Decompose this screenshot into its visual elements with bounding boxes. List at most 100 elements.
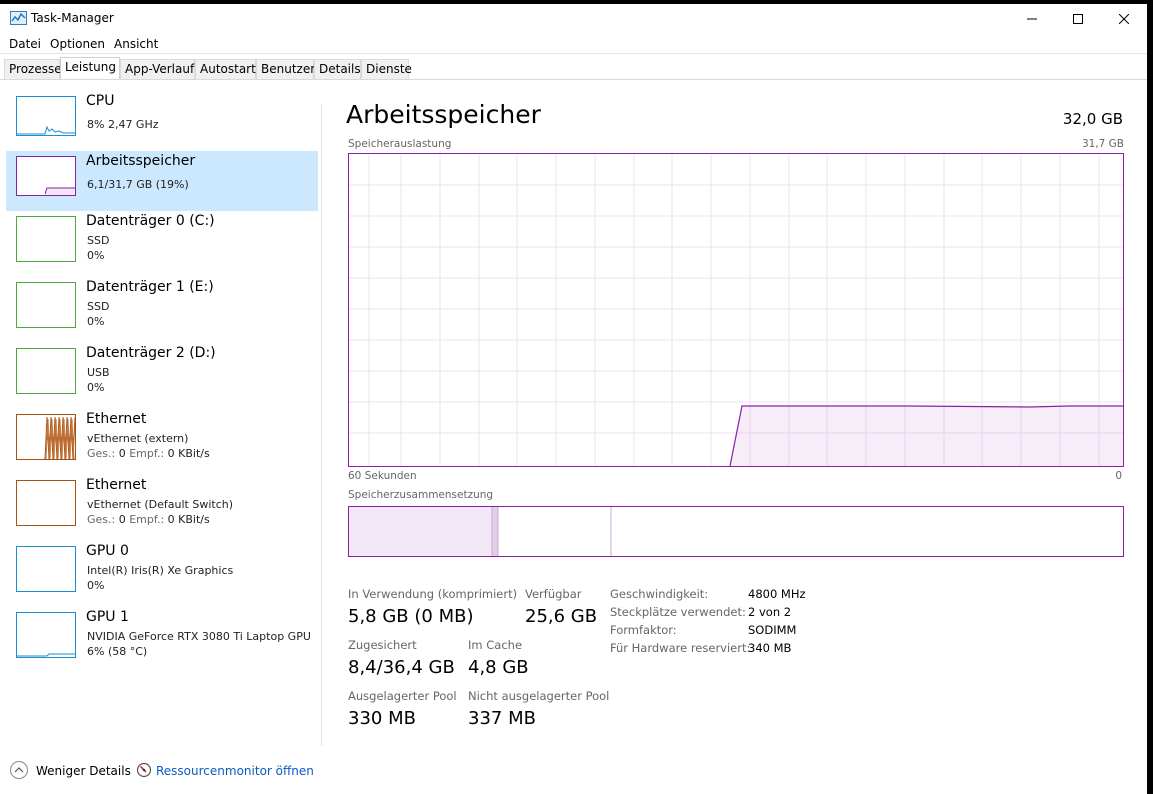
detail-slots-label: Steckplätze verwendet: <box>610 605 746 619</box>
cpu-thumbnail <box>16 96 76 136</box>
disk-1-thumbnail <box>16 282 76 328</box>
sidebar-gpu-0-usage: 0% <box>87 579 105 592</box>
stat-cached-label: Im Cache <box>468 638 523 652</box>
sidebar-item-cpu[interactable]: CPU 8% 2,47 GHz <box>6 91 318 151</box>
detail-reserved-label: Für Hardware reserviert: <box>610 641 751 655</box>
sidebar-item-disk-2[interactable]: Datenträger 2 (D:) USB 0% <box>6 343 318 403</box>
menu-optionen[interactable]: Optionen <box>50 37 105 51</box>
sidebar-gpu-0-name: Intel(R) Iris(R) Xe Graphics <box>87 564 234 577</box>
fewer-details-button[interactable] <box>10 761 28 779</box>
sidebar-disk-0-title: Datenträger 0 (C:) <box>86 213 215 229</box>
graph-time-right: 0 <box>1115 470 1122 482</box>
sidebar-gpu-1-title: GPU 1 <box>86 609 129 625</box>
resource-monitor-icon[interactable] <box>136 762 152 778</box>
sidebar-cpu-usage: 8% 2,47 GHz <box>87 118 159 131</box>
composition-in-use <box>349 507 492 556</box>
resource-monitor-link[interactable]: Ressourcenmonitor öffnen <box>156 764 314 778</box>
stat-committed-label: Zugesichert <box>348 638 417 652</box>
disk-2-thumbnail <box>16 348 76 394</box>
sidebar-gpu-1-name: NVIDIA GeForce RTX 3080 Ti Laptop GPU <box>87 630 311 643</box>
menu-ansicht[interactable]: Ansicht <box>114 37 158 51</box>
tab-divider <box>0 79 1147 80</box>
tab-autostart[interactable]: Autostart <box>195 59 256 79</box>
stat-nonpaged-pool-label: Nicht ausgelagerter Pool <box>468 689 610 703</box>
memory-composition-bar <box>348 506 1124 557</box>
sidebar-disk-2-usage: 0% <box>87 381 105 394</box>
sidebar-item-memory[interactable]: Arbeitsspeicher 6,1/31,7 GB (19%) <box>6 151 318 211</box>
tab-prozesse[interactable]: Prozesse <box>4 59 62 79</box>
menu-divider <box>0 53 1147 54</box>
memory-total: 32,0 GB <box>1062 110 1123 128</box>
detail-speed-value: 4800 MHz <box>748 587 806 601</box>
sidebar-disk-1-type: SSD <box>87 300 110 313</box>
task-manager-window: Task-Manager Datei Optionen Ansicht Proz… <box>0 4 1147 794</box>
sidebar-item-ethernet-default[interactable]: Ethernet vEthernet (Default Switch) Ges.… <box>6 475 318 535</box>
tab-app-verlauf[interactable]: App-Verlauf <box>120 59 195 79</box>
stat-committed-value: 8,4/36,4 GB <box>348 657 455 678</box>
sidebar-memory-title: Arbeitsspeicher <box>86 153 196 169</box>
tab-details[interactable]: Details <box>314 59 361 79</box>
menu-datei[interactable]: Datei <box>9 37 41 51</box>
sidebar-ethernet-default-adapter: vEthernet (Default Switch) <box>87 498 234 511</box>
sidebar-ethernet-default-title: Ethernet <box>86 477 147 493</box>
memory-usage-graph <box>348 153 1124 467</box>
sidebar-ethernet-extern-title: Ethernet <box>86 411 147 427</box>
tab-benutzer[interactable]: Benutzer <box>256 59 315 79</box>
detail-form-factor-label: Formfaktor: <box>610 623 677 637</box>
stat-available-label: Verfügbar <box>525 587 582 601</box>
sidebar-gpu-1-usage: 6% (58 °C) <box>87 645 148 658</box>
ethernet-extern-thumbnail <box>16 414 76 460</box>
detail-speed-label: Geschwindigkeit: <box>610 587 709 601</box>
sidebar-ethernet-extern-throughput: Ges.: 0 Empf.: 0 KBit/s <box>87 447 210 460</box>
sidebar-item-gpu-1[interactable]: GPU 1 NVIDIA GeForce RTX 3080 Ti Laptop … <box>6 607 318 667</box>
sidebar-disk-1-usage: 0% <box>87 315 105 328</box>
memory-usage-area <box>730 406 1123 466</box>
sidebar-item-disk-0[interactable]: Datenträger 0 (C:) SSD 0% <box>6 211 318 271</box>
maximize-button[interactable] <box>1055 4 1101 34</box>
sidebar-item-gpu-0[interactable]: GPU 0 Intel(R) Iris(R) Xe Graphics 0% <box>6 541 318 601</box>
sidebar-item-ethernet-extern[interactable]: Ethernet vEthernet (extern) Ges.: 0 Empf… <box>6 409 318 469</box>
memory-graph-svg <box>349 154 1123 467</box>
gpu-0-thumbnail <box>16 546 76 592</box>
gpu-1-thumbnail <box>16 612 76 658</box>
stat-cached-value: 4,8 GB <box>468 657 529 678</box>
graph-max-label: 31,7 GB <box>1081 138 1124 150</box>
graph-label: Speicherauslastung <box>348 138 452 150</box>
sidebar-item-disk-1[interactable]: Datenträger 1 (E:) SSD 0% <box>6 277 318 337</box>
sidebar-cpu-title: CPU <box>86 93 115 109</box>
graph-time-left: 60 Sekunden <box>348 470 417 482</box>
sidebar-disk-0-type: SSD <box>87 234 110 247</box>
task-manager-icon <box>10 11 27 25</box>
composition-svg <box>349 507 612 556</box>
composition-modified <box>492 507 498 556</box>
sidebar-gpu-0-title: GPU 0 <box>86 543 129 559</box>
fewer-details-label[interactable]: Weniger Details <box>36 764 131 778</box>
detail-reserved-value: 340 MB <box>748 641 792 655</box>
tab-dienste[interactable]: Dienste <box>361 59 412 79</box>
memory-thumbnail <box>16 156 76 196</box>
close-button[interactable] <box>1101 4 1147 34</box>
stat-nonpaged-pool-value: 337 MB <box>468 708 536 729</box>
stat-paged-pool-value: 330 MB <box>348 708 416 729</box>
tab-leistung[interactable]: Leistung <box>60 57 120 80</box>
stat-in-use-value: 5,8 GB (0 MB) <box>348 606 474 627</box>
sidebar-disk-0-usage: 0% <box>87 249 105 262</box>
maximize-icon <box>1073 14 1083 24</box>
sidebar-ethernet-default-throughput: Ges.: 0 Empf.: 0 KBit/s <box>87 513 210 526</box>
sidebar-disk-2-title: Datenträger 2 (D:) <box>86 345 216 361</box>
sidebar-ethernet-extern-adapter: vEthernet (extern) <box>87 432 189 445</box>
sidebar-disk-2-type: USB <box>87 366 110 379</box>
stat-in-use-label: In Verwendung (komprimiert) <box>348 587 518 601</box>
title-bar: Task-Manager <box>0 4 1147 34</box>
minimize-button[interactable] <box>1009 4 1055 34</box>
sidebar-divider <box>321 104 322 746</box>
disk-0-thumbnail <box>16 216 76 262</box>
detail-slots-value: 2 von 2 <box>748 605 792 619</box>
composition-label: Speicherzusammensetzung <box>348 489 494 501</box>
minimize-icon <box>1027 18 1037 20</box>
sidebar-memory-usage: 6,1/31,7 GB (19%) <box>87 178 189 191</box>
chevron-up-icon <box>14 767 24 773</box>
detail-form-factor-value: SODIMM <box>748 623 797 637</box>
stat-available-value: 25,6 GB <box>525 606 598 627</box>
ethernet-default-thumbnail <box>16 480 76 526</box>
